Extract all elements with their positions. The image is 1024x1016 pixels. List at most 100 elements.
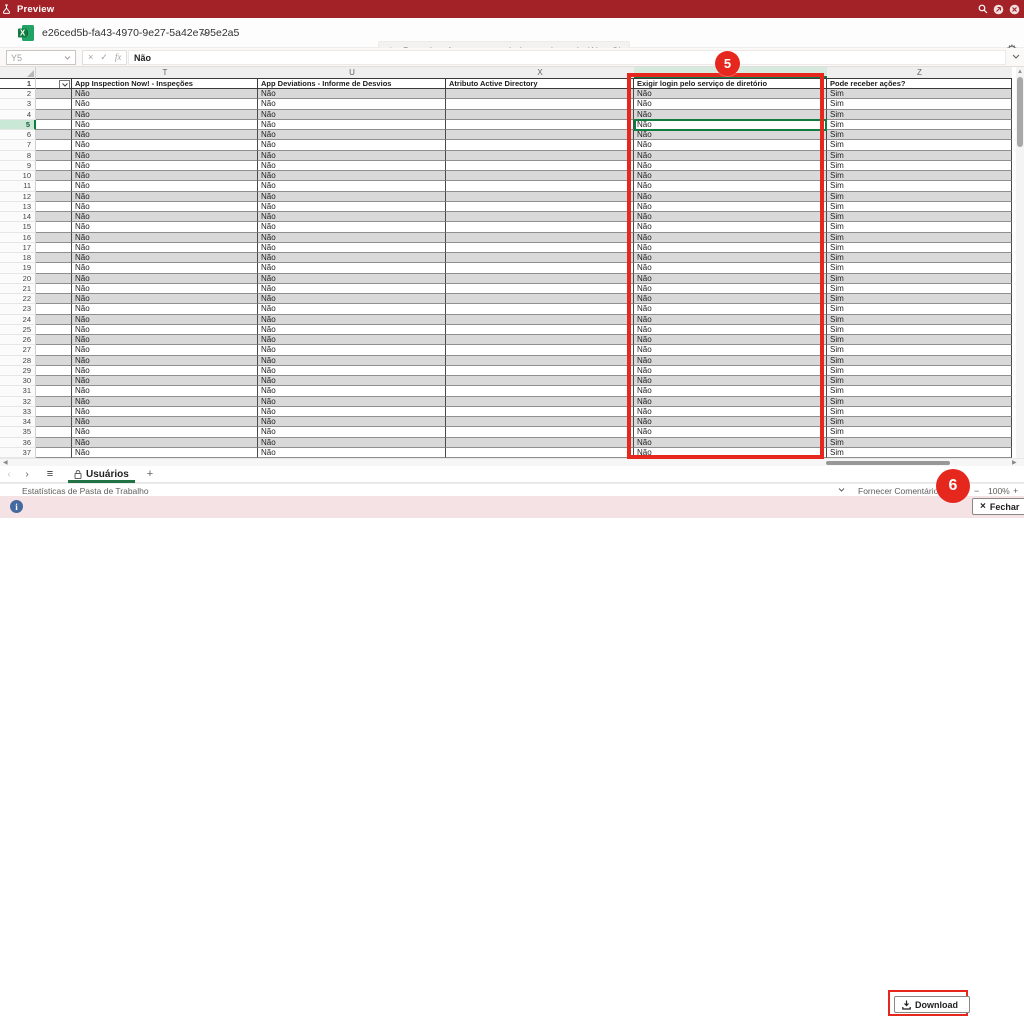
grid-cell-U31[interactable]: Não [258, 386, 446, 396]
grid-cell-U21[interactable]: Não [258, 284, 446, 294]
grid-cell-T33[interactable]: Não [72, 407, 258, 417]
grid-cell-Z2[interactable]: Sim [827, 89, 1012, 99]
grid-cell-T19[interactable]: Não [72, 263, 258, 273]
column-letter-U[interactable]: U [258, 67, 446, 78]
row-header-14[interactable]: 14 [0, 212, 36, 222]
grid-cell-U9[interactable]: Não [258, 161, 446, 171]
grid-cell-s2[interactable] [36, 89, 72, 99]
grid-cell-T22[interactable]: Não [72, 294, 258, 304]
grid-cell-T9[interactable]: Não [72, 161, 258, 171]
row-header-1[interactable]: 1 [0, 78, 36, 89]
grid-cell-T21[interactable]: Não [72, 284, 258, 294]
grid-cell-s16[interactable] [36, 233, 72, 243]
grid-cell-X37[interactable] [446, 448, 634, 458]
grid-cell-U25[interactable]: Não [258, 325, 446, 335]
grid-cell-s7[interactable] [36, 140, 72, 150]
grid-cell-X36[interactable] [446, 438, 634, 448]
grid-cell-T23[interactable]: Não [72, 304, 258, 314]
grid-cell-s29[interactable] [36, 366, 72, 376]
close-window-icon[interactable] [1009, 4, 1020, 15]
filter-dropdown-icon[interactable] [59, 80, 70, 89]
row-header-4[interactable]: 4 [0, 110, 36, 120]
grid-cell-T20[interactable]: Não [72, 274, 258, 284]
all-sheets-menu-icon[interactable]: ≡ [40, 468, 60, 480]
row-header-17[interactable]: 17 [0, 243, 36, 253]
row-header-31[interactable]: 31 [0, 386, 36, 396]
vertical-scrollbar-thumb[interactable] [1017, 77, 1023, 147]
grid-cell-T15[interactable]: Não [72, 222, 258, 232]
sheet-tab-usuarios[interactable]: Usuários [66, 466, 137, 483]
row-header-6[interactable]: 6 [0, 130, 36, 140]
grid-cell-s26[interactable] [36, 335, 72, 345]
grid-cell-U17[interactable]: Não [258, 243, 446, 253]
grid-cell-s8[interactable] [36, 151, 72, 161]
grid-cell-U18[interactable]: Não [258, 253, 446, 263]
grid-cell-X23[interactable] [446, 304, 634, 314]
row-header-11[interactable]: 11 [0, 181, 36, 191]
grid-cell-T17[interactable]: Não [72, 243, 258, 253]
grid-cell-Z36[interactable]: Sim [827, 438, 1012, 448]
grid-cell-s28[interactable] [36, 356, 72, 366]
chevron-down-icon[interactable] [838, 488, 845, 492]
grid-cell-s37[interactable] [36, 448, 72, 458]
grid-cell-s30[interactable] [36, 376, 72, 386]
enter-icon[interactable]: ✓ [100, 53, 108, 62]
row-header-28[interactable]: 28 [0, 356, 36, 366]
grid-cell-s13[interactable] [36, 202, 72, 212]
grid-cell-s24[interactable] [36, 315, 72, 325]
grid-cell-T5[interactable]: Não [72, 120, 258, 130]
grid-cell-X14[interactable] [446, 212, 634, 222]
grid-cell-U20[interactable]: Não [258, 274, 446, 284]
grid-cell-Z17[interactable]: Sim [827, 243, 1012, 253]
row-header-22[interactable]: 22 [0, 294, 36, 304]
row-header-13[interactable]: 13 [0, 202, 36, 212]
row-header-15[interactable]: 15 [0, 222, 36, 232]
grid-cell-T34[interactable]: Não [72, 417, 258, 427]
grid-cell-T2[interactable]: Não [72, 89, 258, 99]
grid-cell-Z9[interactable]: Sim [827, 161, 1012, 171]
grid-cell-X19[interactable] [446, 263, 634, 273]
add-sheet-button[interactable]: + [147, 468, 153, 480]
row-header-23[interactable]: 23 [0, 304, 36, 314]
grid-cell-U35[interactable]: Não [258, 427, 446, 437]
grid-cell-U6[interactable]: Não [258, 130, 446, 140]
header-cell-Z[interactable]: Pode receber ações? [827, 78, 1012, 89]
grid-cell-Z3[interactable]: Sim [827, 99, 1012, 109]
cancel-icon[interactable]: × [88, 53, 93, 62]
grid-cell-Z33[interactable]: Sim [827, 407, 1012, 417]
grid-cell-X13[interactable] [446, 202, 634, 212]
grid-cell-s35[interactable] [36, 427, 72, 437]
row-header-19[interactable]: 19 [0, 263, 36, 273]
grid-cell-U7[interactable]: Não [258, 140, 446, 150]
grid-cell-Z8[interactable]: Sim [827, 151, 1012, 161]
grid-cell-X32[interactable] [446, 397, 634, 407]
grid-cell-s25[interactable] [36, 325, 72, 335]
grid-cell-s11[interactable] [36, 181, 72, 191]
row-header-8[interactable]: 8 [0, 151, 36, 161]
grid-cell-Z5[interactable]: Sim [827, 120, 1012, 130]
row-header-20[interactable]: 20 [0, 274, 36, 284]
grid-cell-U13[interactable]: Não [258, 202, 446, 212]
grid-cell-Z14[interactable]: Sim [827, 212, 1012, 222]
zoom-in-button[interactable]: + [1013, 486, 1018, 496]
column-letter-T[interactable]: T [72, 67, 258, 78]
grid-cell-Z6[interactable]: Sim [827, 130, 1012, 140]
grid-cell-U30[interactable]: Não [258, 376, 446, 386]
grid-cell-s3[interactable] [36, 99, 72, 109]
grid-cell-X20[interactable] [446, 274, 634, 284]
header-cell-s[interactable] [36, 78, 72, 89]
select-all-corner[interactable] [0, 67, 36, 78]
row-header-3[interactable]: 3 [0, 99, 36, 109]
grid-cell-X9[interactable] [446, 161, 634, 171]
grid-cell-T30[interactable]: Não [72, 376, 258, 386]
formula-bar-expand-icon[interactable] [1012, 54, 1020, 59]
grid-cell-Z18[interactable]: Sim [827, 253, 1012, 263]
grid-cell-s10[interactable] [36, 171, 72, 181]
grid-cell-s5[interactable] [36, 120, 72, 130]
grid-cell-X21[interactable] [446, 284, 634, 294]
grid-cell-s27[interactable] [36, 345, 72, 355]
grid-cell-s31[interactable] [36, 386, 72, 396]
row-header-25[interactable]: 25 [0, 325, 36, 335]
header-cell-X[interactable]: Atributo Active Directory [446, 78, 634, 89]
grid-cell-X33[interactable] [446, 407, 634, 417]
